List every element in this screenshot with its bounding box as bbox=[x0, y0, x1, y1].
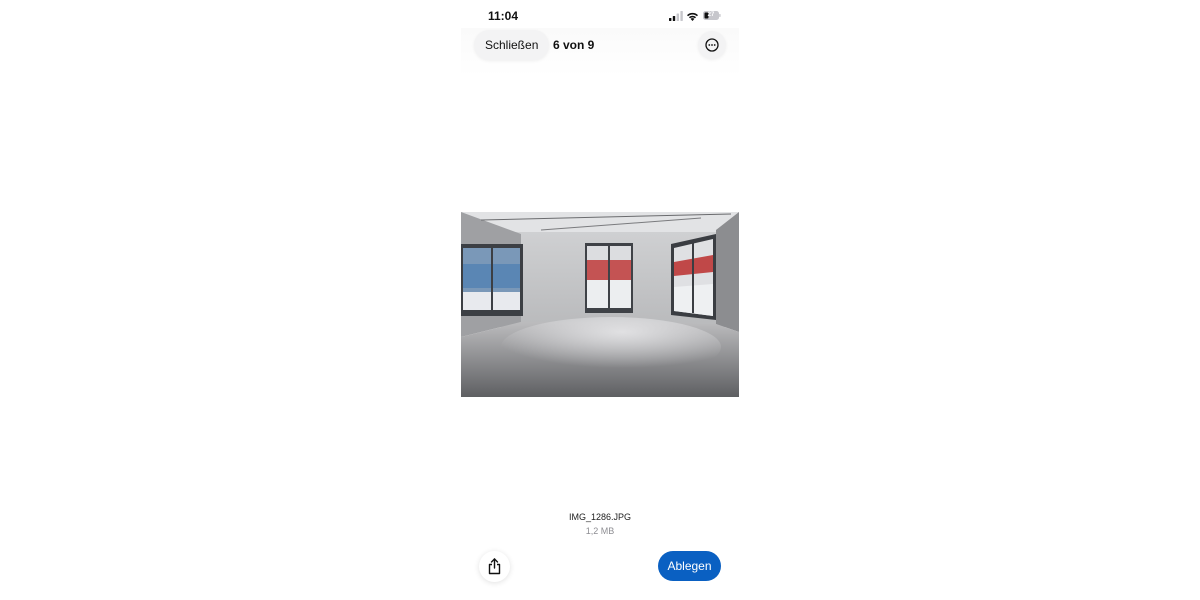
battery-level: 27 bbox=[707, 12, 715, 18]
file-size: 1,2 MB bbox=[585, 526, 615, 536]
save-button[interactable]: Ablegen bbox=[658, 551, 721, 581]
cellular-signal-icon bbox=[669, 11, 683, 21]
ellipsis-circle-icon bbox=[705, 38, 719, 52]
more-options-button[interactable] bbox=[698, 31, 726, 59]
status-time: 11:04 bbox=[488, 9, 519, 23]
photo-image[interactable] bbox=[461, 212, 739, 397]
file-info: IMG_1286.JPG 1,2 MB bbox=[461, 512, 739, 536]
battery-indicator: 27 bbox=[703, 11, 721, 20]
close-button[interactable]: Schließen bbox=[474, 30, 550, 60]
share-button[interactable] bbox=[479, 551, 510, 582]
file-name: IMG_1286.JPG bbox=[568, 512, 632, 522]
status-bar: 11:04 27 bbox=[461, 0, 739, 30]
photo-content bbox=[461, 212, 739, 397]
top-navigation-bar: Schließen 6 von 9 bbox=[461, 28, 739, 76]
share-icon bbox=[488, 558, 501, 575]
wifi-icon bbox=[687, 12, 698, 21]
photo-viewer-screen: 11:04 27 Schließen 6 von 9 IMG_1286.JPG … bbox=[461, 0, 739, 600]
photo-counter: 6 von 9 bbox=[553, 38, 595, 52]
